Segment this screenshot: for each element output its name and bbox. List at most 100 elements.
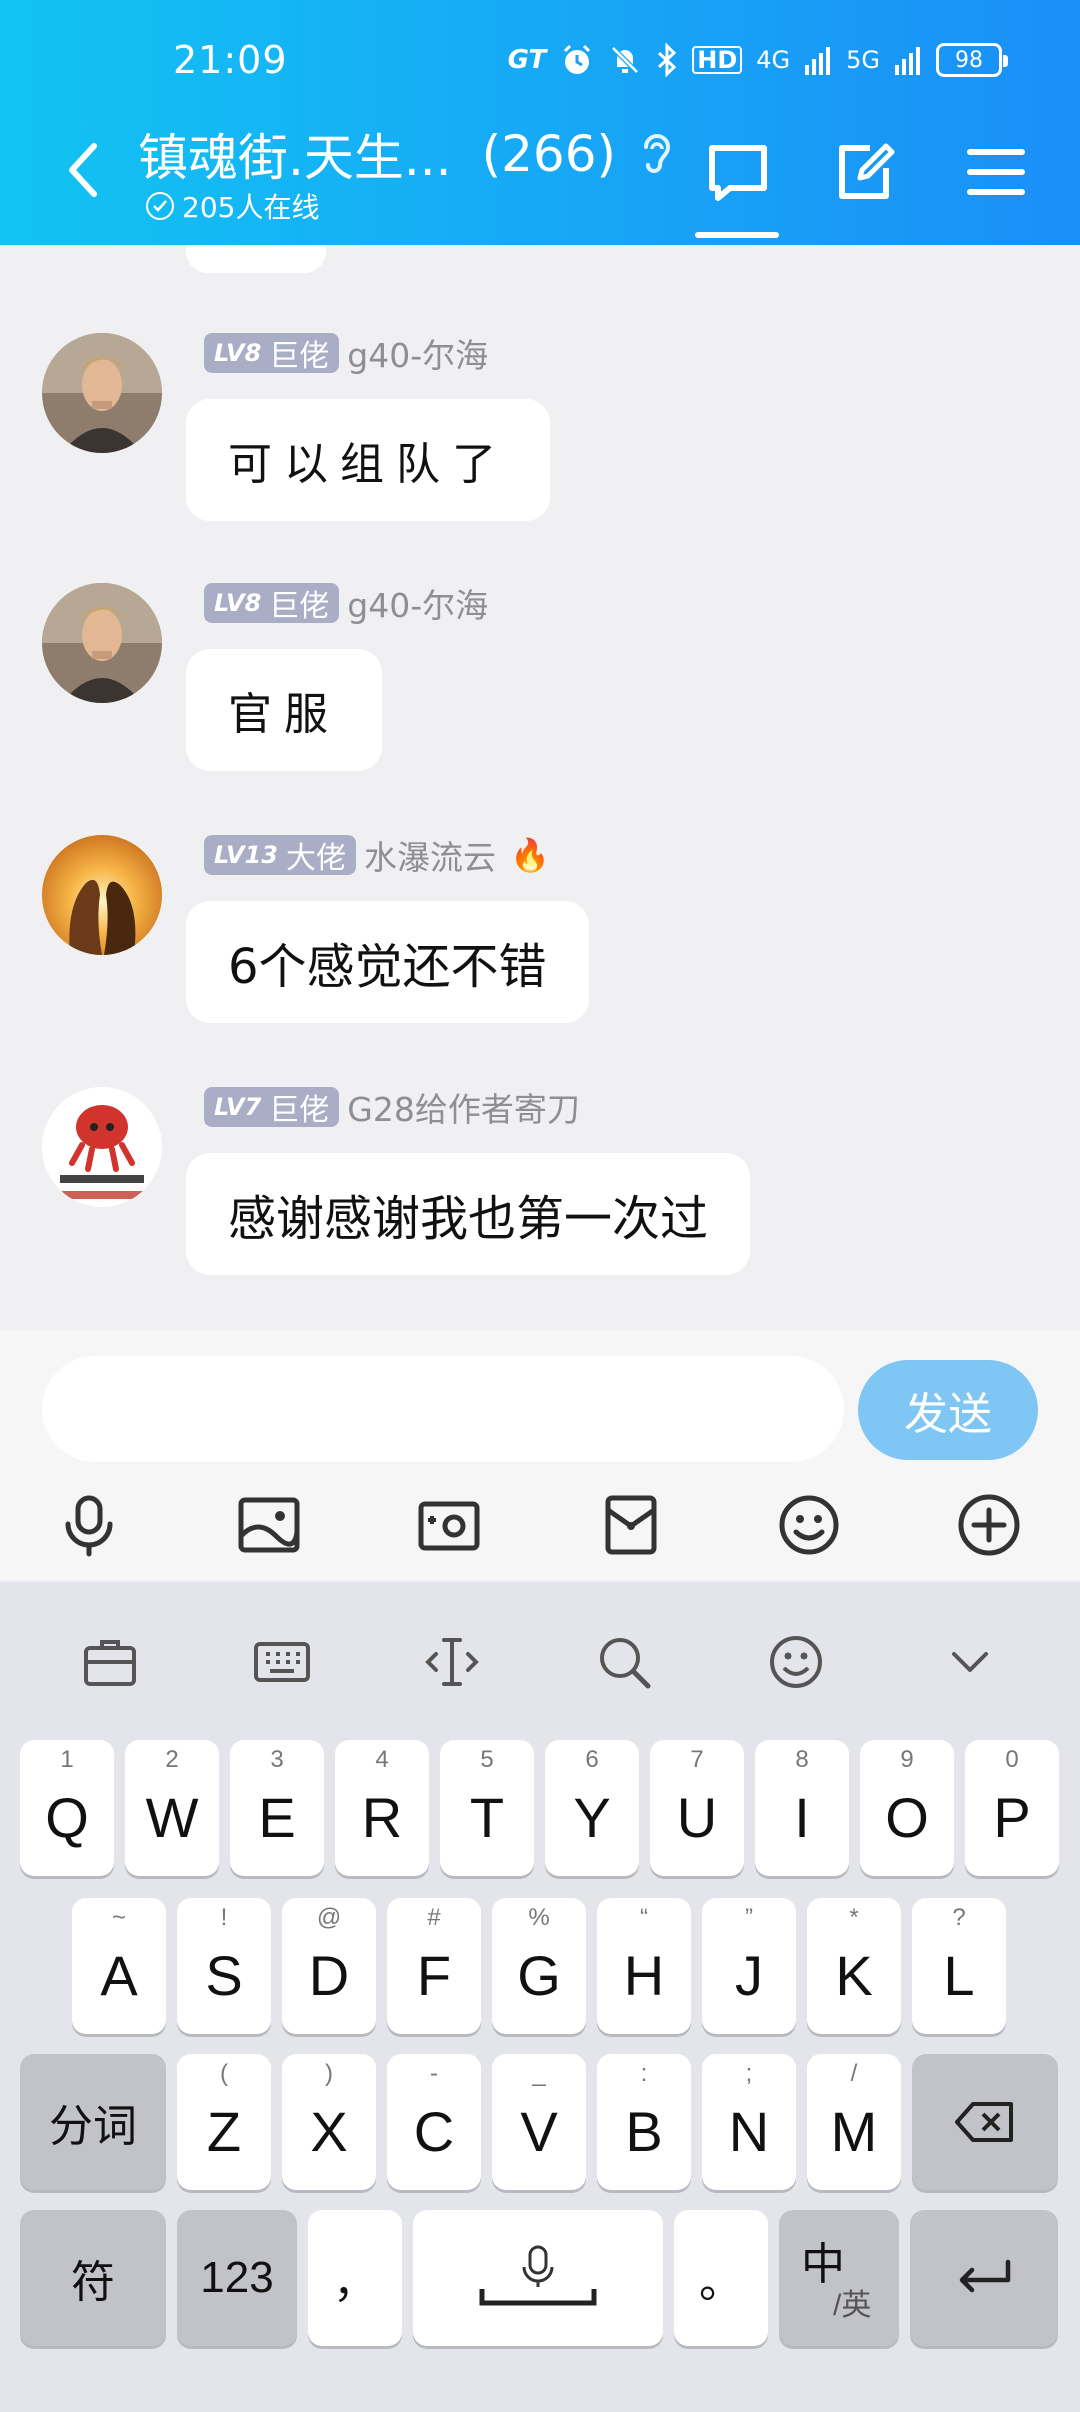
key-label: L [943,1943,975,2007]
key-secondary-label: * [849,1904,859,1931]
key-label: R [361,1785,403,1849]
space-key[interactable] [413,2210,663,2346]
level-label: LV8 [214,339,262,367]
key-secondary-label: “ [640,1904,648,1931]
enter-key[interactable] [910,2210,1058,2346]
key-p[interactable]: 0P [965,1740,1059,1876]
key-secondary-label: ; [745,2060,753,2087]
message-bubble[interactable]: 可以组队了 [186,399,550,521]
ear-icon[interactable] [638,129,674,179]
key-u[interactable]: 7U [650,1740,744,1876]
avatar[interactable] [42,333,162,453]
key-n[interactable]: ; N [702,2054,796,2190]
rank-badge: LV7 巨佬 [204,1087,340,1128]
emoji-icon[interactable] [776,1492,842,1558]
battery-level: 98 [955,47,983,73]
key-secondary-label: ) [325,2060,333,2087]
key-a[interactable]: ~ A [72,1898,166,2034]
cursor-move-icon[interactable] [422,1632,482,1692]
key-secondary-label: ” [745,1904,753,1931]
clipboard-icon[interactable] [80,1632,140,1692]
key-t[interactable]: 5T [440,1740,534,1876]
image-icon[interactable] [236,1492,302,1558]
sender-nickname[interactable]: 水瀑流云 [364,831,496,879]
red-packet-icon[interactable] [598,1492,664,1558]
sender-nickname[interactable]: g40-尔海 [347,579,488,627]
avatar[interactable] [42,835,162,955]
message-meta: LV13 大佬 水瀑流云 🔥 [204,835,550,877]
key-e[interactable]: 3E [230,1740,324,1876]
key-q[interactable]: 1Q [20,1740,114,1876]
key-y[interactable]: 6Y [545,1740,639,1876]
key-w[interactable]: 2W [125,1740,219,1876]
key-x[interactable]: ) X [282,2054,376,2190]
keyboard-toolbar [0,1582,1080,1742]
key-g[interactable]: % G [492,1898,586,2034]
key-i[interactable]: 8I [755,1740,849,1876]
message-bubble[interactable]: 6个感觉还不错 [186,901,589,1023]
active-tab-indicator [695,232,779,238]
key-o[interactable]: 9O [860,1740,954,1876]
key-label: N [728,2099,770,2163]
sender-nickname[interactable]: G28给作者寄刀 [347,1083,580,1131]
backspace-key[interactable] [912,2054,1058,2190]
key-f[interactable]: # F [387,1898,481,2034]
rank-label: 巨佬 [269,339,330,374]
key-secondary-label: ! [220,1904,228,1931]
back-button[interactable] [58,140,108,200]
key-j[interactable]: ” J [702,1898,796,2034]
numeric-key[interactable]: 123 [177,2210,297,2346]
plus-icon[interactable] [956,1492,1022,1558]
key-secondary-label: 9 [900,1746,914,1773]
sender-nickname[interactable]: g40-尔海 [347,329,488,377]
key-secondary-label: ( [220,2060,228,2087]
message-bubble[interactable]: 感谢感谢我也第一次过 [186,1153,751,1275]
key-z[interactable]: (Z [177,2054,271,2190]
chevron-down-icon[interactable] [940,1632,1000,1692]
key-secondary-label: 2 [165,1746,179,1773]
rank-badge: LV8 巨佬 [204,333,340,374]
comma-key[interactable]: ， [308,2210,402,2346]
chat-header: 21:09 GT HD 4G 5G 98 镇魂街.天生... (266) 205… [0,0,1080,245]
segment-key[interactable]: 分词 [20,2054,166,2190]
symbol-key[interactable]: 符 [20,2210,166,2346]
send-button[interactable]: 发送 [858,1360,1038,1460]
level-label: LV7 [214,1093,262,1121]
key-secondary-label: : [640,2060,648,2087]
avatar[interactable] [42,1087,162,1207]
avatar[interactable] [42,583,162,703]
keyboard-icon[interactable] [252,1632,312,1692]
key-l[interactable]: ? L [912,1898,1006,2034]
key-v[interactable]: _ V [492,2054,586,2190]
key-secondary-label: 8 [795,1746,809,1773]
key-d[interactable]: @ D [282,1898,376,2034]
key-m[interactable]: / M [807,2054,901,2190]
language-switch-key[interactable]: 中/英 [779,2210,899,2346]
edit-note-icon[interactable] [834,140,898,204]
key-label: F [416,1943,452,2007]
key-label: 。 [699,2258,743,2307]
key-c[interactable]: -C [387,2054,481,2190]
key-h[interactable]: “H [597,1898,691,2034]
key-label: Q [45,1785,89,1849]
period-key[interactable]: 。 [674,2210,768,2346]
key-label: U [676,1785,718,1849]
chat-bubble-icon[interactable] [706,140,770,204]
search-icon[interactable] [594,1632,654,1692]
key-label: K [835,1943,873,2007]
key-r[interactable]: 4R [335,1740,429,1876]
network-4g: 4G [756,46,791,74]
key-b[interactable]: :B [597,2054,691,2190]
key-label: S [205,1943,243,2007]
group-title[interactable]: 镇魂街.天生... (266) [138,118,674,190]
camera-icon[interactable] [416,1492,482,1558]
key-secondary-label: # [427,1904,441,1931]
microphone-icon[interactable] [56,1492,122,1558]
message-bubble[interactable]: 官服 [186,649,382,771]
menu-icon[interactable] [964,140,1028,204]
key-k[interactable]: * K [807,1898,901,2034]
message-list[interactable]: LV8 巨佬 g40-尔海 可以组队了 LV8 巨佬 g40-尔海 官服 LV1… [0,245,1080,1330]
emoji-keyboard-icon[interactable] [766,1632,826,1692]
key-s[interactable]: ! S [177,1898,271,2034]
message-input[interactable] [42,1356,844,1462]
